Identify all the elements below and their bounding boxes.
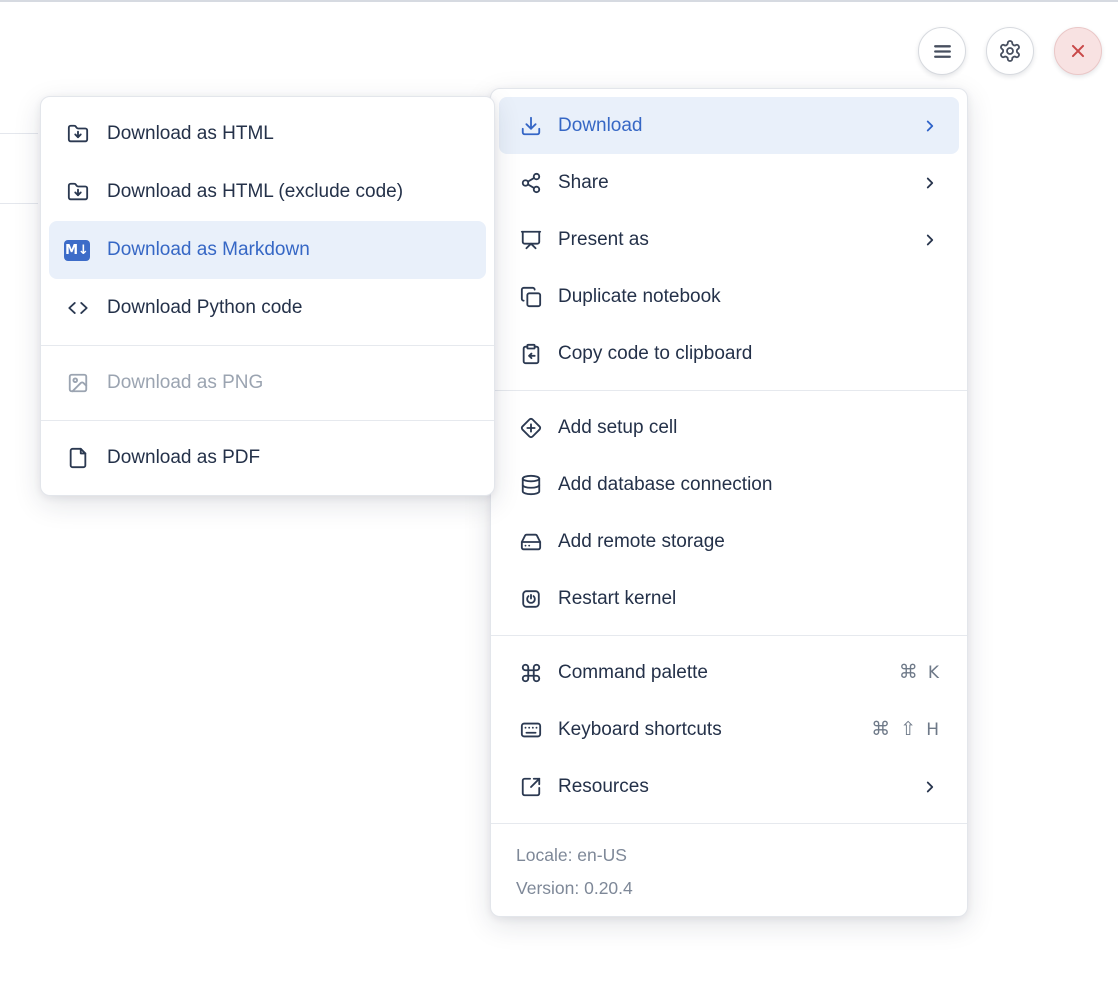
menu-item-label: Download as Markdown [107, 239, 310, 261]
menu-item-label: Present as [558, 229, 649, 251]
menu-item-download-as-html[interactable]: Download as HTML [41, 105, 494, 163]
menu-item-label: Duplicate notebook [558, 286, 721, 308]
menu-item-label: Download [558, 115, 643, 137]
menu-icon [930, 39, 955, 64]
version-text: Version: 0.20.4 [516, 872, 942, 905]
chevron-right-icon [921, 231, 939, 249]
menu-item-label: Add setup cell [558, 417, 677, 439]
menu-divider [41, 420, 494, 421]
menu-divider [491, 823, 967, 824]
hard-drive-icon [519, 530, 543, 554]
menu-item-label: Copy code to clipboard [558, 343, 752, 365]
menu-item-resources[interactable]: Resources [491, 758, 967, 815]
shortcut-key: K [928, 663, 939, 683]
menu-item-label: Command palette [558, 662, 708, 684]
clipboard-copy-icon [519, 342, 543, 366]
menu-item-download-as-pdf[interactable]: Download as PDF [41, 429, 494, 487]
shortcut-key: H [926, 720, 939, 740]
menu-item-download-as-html-exclude-code[interactable]: Download as HTML (exclude code) [41, 163, 494, 221]
download-submenu: Download as HTML Download as HTML (exclud… [40, 96, 495, 496]
menu-item-add-database-connection[interactable]: Add database connection [491, 456, 967, 513]
folder-download-icon [66, 180, 90, 204]
diamond-plus-icon [519, 416, 543, 440]
background-rule [0, 133, 38, 134]
download-icon [519, 114, 543, 138]
menu-item-label: Download as HTML (exclude code) [107, 181, 403, 203]
shortcut-key: ⌘ [871, 720, 890, 739]
menu-divider [491, 390, 967, 391]
command-icon [519, 661, 543, 685]
menu-item-label: Download as HTML [107, 123, 274, 145]
menu-item-label: Keyboard shortcuts [558, 719, 722, 741]
chevron-right-icon [921, 778, 939, 796]
menu-item-present-as[interactable]: Present as [491, 211, 967, 268]
menu-item-add-remote-storage[interactable]: Add remote storage [491, 513, 967, 570]
menu-item-label: Resources [558, 776, 649, 798]
menu-item-keyboard-shortcuts[interactable]: Keyboard shortcuts ⌘ ⇧ H [491, 701, 967, 758]
menu-item-command-palette[interactable]: Command palette⌘K [491, 644, 967, 701]
notebook-menu-button[interactable] [918, 27, 966, 75]
menu-divider [41, 345, 494, 346]
keyboard-icon [519, 718, 543, 742]
locale-text: Locale: en-US [516, 839, 942, 872]
menu-item-duplicate-notebook[interactable]: Duplicate notebook [491, 268, 967, 325]
markdown-icon: M↓ [66, 238, 90, 262]
menu-item-label: Add remote storage [558, 531, 725, 553]
menu-item-share[interactable]: Share [491, 154, 967, 211]
presentation-icon [519, 228, 543, 252]
image-icon [66, 371, 90, 395]
background-rule [0, 203, 38, 204]
database-icon [519, 473, 543, 497]
menu-footer: Locale: en-USVersion: 0.20.4 [491, 832, 967, 908]
code-icon [66, 296, 90, 320]
menu-item-download-as-png: Download as PNG [41, 354, 494, 412]
chevron-right-icon [921, 117, 939, 135]
menu-item-add-setup-cell[interactable]: Add setup cell [491, 399, 967, 456]
shortcut-key: ⇧ [900, 720, 916, 739]
menu-item-copy-code-to-clipboard[interactable]: Copy code to clipboard [491, 325, 967, 382]
page-top-border [0, 0, 1118, 2]
chevron-right-icon [921, 174, 939, 192]
gear-icon [998, 39, 1022, 63]
menu-item-label: Download Python code [107, 297, 302, 319]
duplicate-icon [519, 285, 543, 309]
menu-item-restart-kernel[interactable]: Restart kernel [491, 570, 967, 627]
menu-item-label: Download as PNG [107, 372, 263, 394]
power-icon [519, 587, 543, 611]
menu-item-download-python-code[interactable]: Download Python code [41, 279, 494, 337]
external-link-icon [519, 775, 543, 799]
menu-item-download-as-markdown[interactable]: M↓ Download as Markdown [49, 221, 486, 279]
close-icon [1067, 40, 1089, 62]
settings-button[interactable] [986, 27, 1034, 75]
shortcut-key: ⌘ [899, 663, 918, 682]
menu-item-label: Add database connection [558, 474, 772, 496]
shutdown-button[interactable] [1054, 27, 1102, 75]
menu-item-label: Download as PDF [107, 447, 260, 469]
file-icon [66, 446, 90, 470]
folder-download-icon [66, 122, 90, 146]
shortcut-hint: ⌘K [899, 663, 939, 683]
menu-divider [491, 635, 967, 636]
shortcut-hint: ⌘ ⇧ H [871, 720, 939, 740]
notebook-actions-menu: Download Share Present as Duplicate noteboo… [490, 88, 968, 917]
menu-item-label: Share [558, 172, 609, 194]
menu-item-label: Restart kernel [558, 588, 676, 610]
share-icon [519, 171, 543, 195]
menu-item-download[interactable]: Download [499, 97, 959, 154]
